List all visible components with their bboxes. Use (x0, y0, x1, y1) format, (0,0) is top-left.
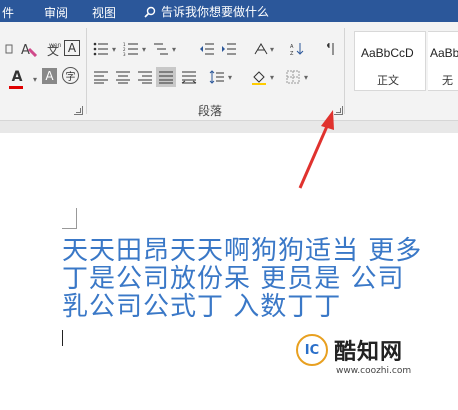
paragraph-group-label: 段落 (198, 104, 223, 118)
clear-format-icon[interactable]: A (20, 40, 38, 58)
font-dialog-launcher-icon[interactable] (74, 106, 83, 115)
line-spacing-icon[interactable] (208, 68, 226, 86)
font-size-shrink-icon[interactable] (0, 40, 18, 58)
font-color-bar (9, 86, 23, 89)
ribbon: A 文 wen A A ▾ A 字 ▾ 123 ▾ ▾ ▾ AZ ▾ ▾ ▾ 段… (0, 22, 458, 121)
sort-icon[interactable]: AZ (288, 40, 306, 58)
document-gap (0, 121, 458, 133)
style-name: 无 (442, 74, 453, 87)
document-line-2[interactable]: 丁是公司放份呆 更员是 公司 (62, 266, 405, 292)
search-icon (144, 6, 156, 18)
tell-me-search[interactable]: 告诉我你想要做什么 (144, 3, 269, 20)
phonetic-guide-icon[interactable]: 文 wen (44, 40, 62, 58)
menu-bar: 件 审阅 视图 告诉我你想要做什么 (0, 0, 458, 22)
text-cursor (62, 330, 63, 346)
bullets-icon[interactable] (92, 40, 110, 58)
style-preview: AaBbC (430, 46, 458, 60)
justify-icon[interactable] (156, 67, 176, 87)
style-normal[interactable]: AaBbCcD 正文 (354, 31, 426, 91)
bullets-dropdown-icon[interactable]: ▾ (110, 40, 118, 58)
align-center-icon[interactable] (114, 68, 132, 86)
numbering-dropdown-icon[interactable]: ▾ (140, 40, 148, 58)
font-color-icon[interactable]: A (8, 68, 26, 86)
line-spacing-dropdown-icon[interactable]: ▾ (226, 68, 234, 86)
watermark-url: www.coozhi.com (336, 366, 412, 376)
decrease-indent-icon[interactable] (198, 40, 216, 58)
svg-text:wen: wen (49, 42, 61, 49)
shading-icon[interactable] (250, 68, 268, 86)
multilevel-list-icon[interactable] (152, 40, 170, 58)
borders-dropdown-icon[interactable]: ▾ (302, 68, 310, 86)
increase-indent-icon[interactable] (220, 40, 238, 58)
char-border-icon[interactable]: A (64, 40, 80, 56)
style-preview: AaBbCcD (361, 46, 414, 60)
watermark: IC 酷知网 www.coozhi.com (296, 334, 411, 376)
chinese-layout-dropdown-icon[interactable]: ▾ (268, 40, 276, 58)
group-separator (344, 28, 345, 114)
distributed-icon[interactable] (180, 68, 198, 86)
document-line-3[interactable]: 乳公司公式丁 入数丁丁 (62, 294, 341, 320)
svg-text:A: A (290, 44, 294, 50)
menu-view[interactable]: 视图 (92, 4, 116, 21)
svg-text:Z: Z (290, 51, 294, 56)
margin-corner-mark (62, 208, 77, 229)
multilevel-dropdown-icon[interactable]: ▾ (170, 40, 178, 58)
align-left-icon[interactable] (92, 68, 110, 86)
style-name: 正文 (377, 74, 399, 87)
numbering-icon[interactable]: 123 (122, 40, 140, 58)
style-no-spacing[interactable]: AaBbC 无 (428, 31, 458, 91)
watermark-logo-icon: IC (296, 334, 328, 366)
char-shading-icon[interactable]: A (42, 68, 57, 84)
shading-dropdown-icon[interactable]: ▾ (268, 68, 276, 86)
svg-text:3: 3 (123, 52, 126, 56)
group-separator (86, 28, 87, 114)
watermark-brand: 酷知网 (334, 340, 404, 365)
enclose-char-icon[interactable]: 字 (62, 67, 79, 84)
menu-file[interactable]: 件 (2, 4, 14, 21)
search-text: 告诉我你想要做什么 (161, 5, 270, 19)
align-right-icon[interactable] (136, 68, 154, 86)
menu-review[interactable]: 审阅 (44, 4, 68, 21)
show-marks-icon[interactable] (322, 40, 340, 58)
font-color-letter: A (11, 69, 23, 85)
paragraph-dialog-launcher-icon[interactable] (334, 106, 343, 115)
document-line-1[interactable]: 天天田昂天天啊狗狗适当 更多 (62, 238, 422, 264)
borders-icon[interactable] (284, 68, 302, 86)
